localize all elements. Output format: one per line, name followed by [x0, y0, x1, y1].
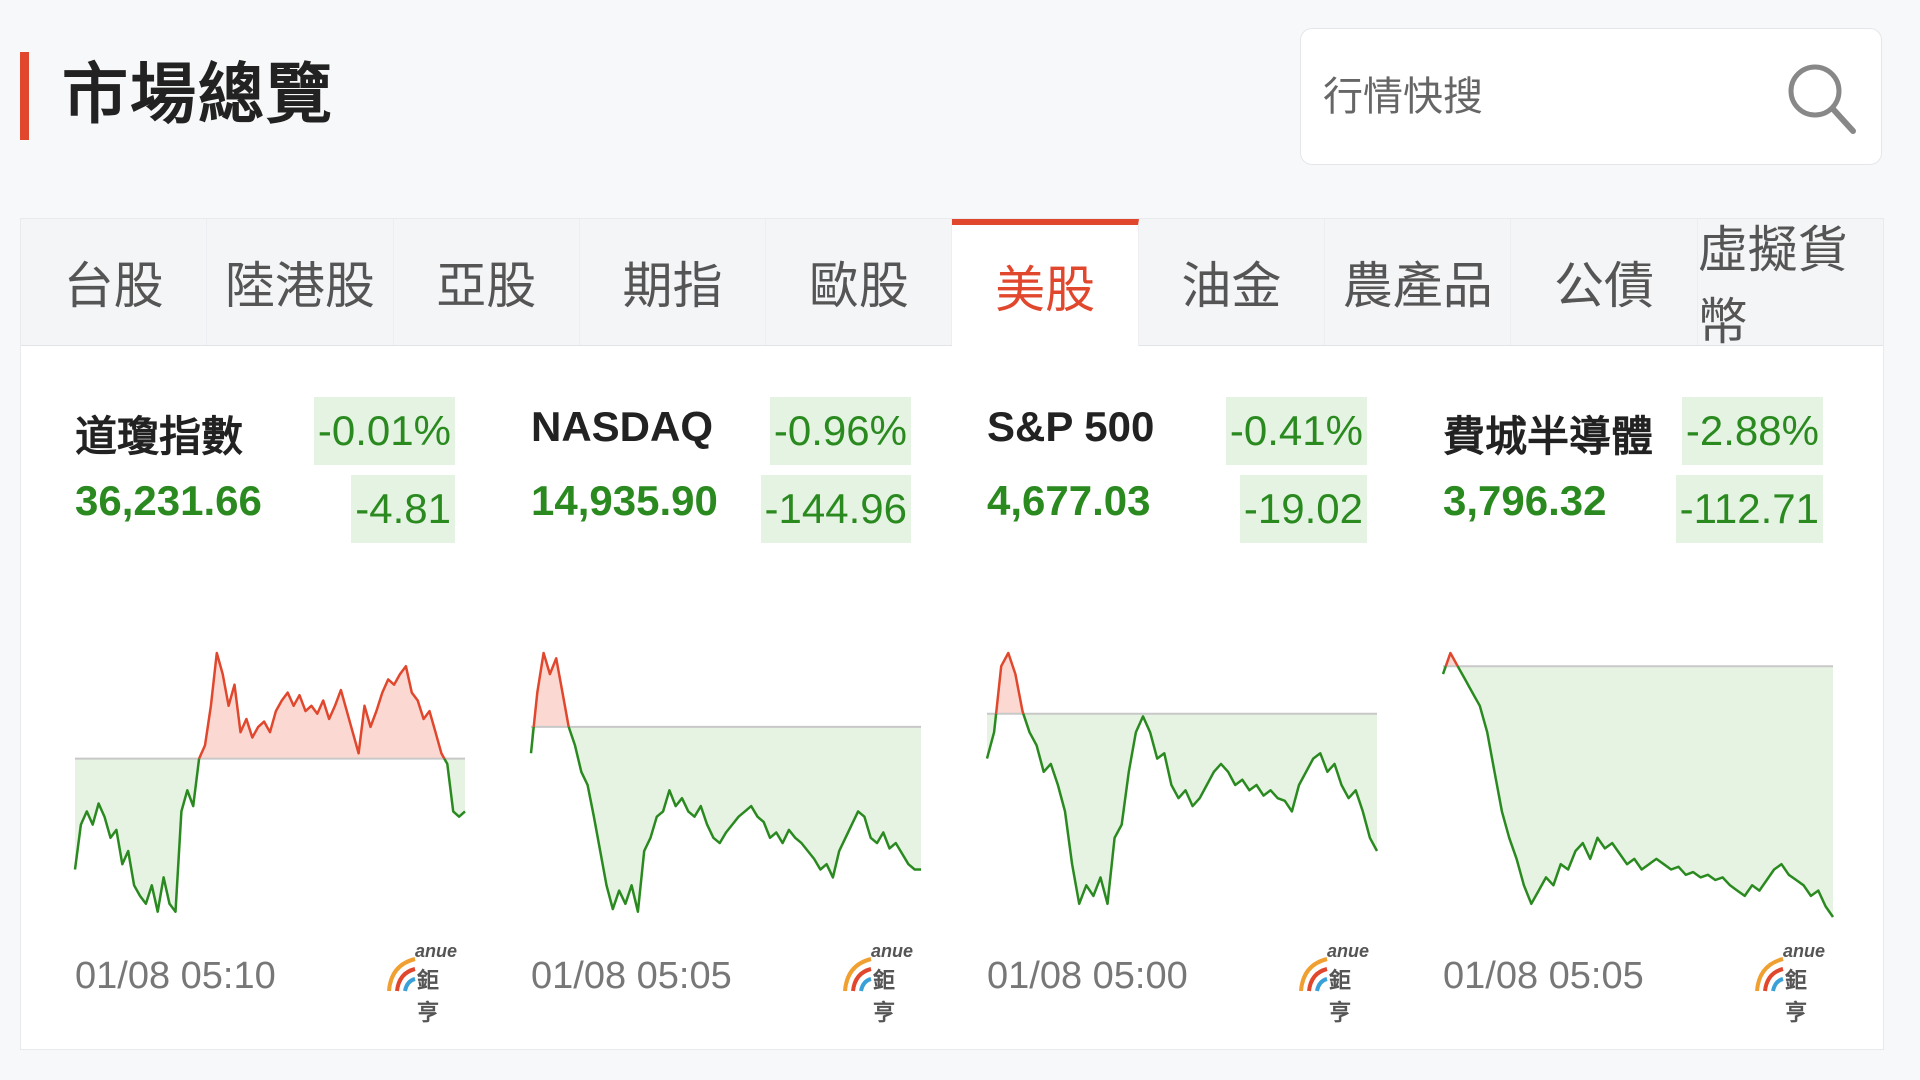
intraday-chart[interactable] [985, 645, 1379, 925]
change-percent: -0.41% [1225, 397, 1367, 465]
index-price: 3,796.32 [1443, 477, 1607, 524]
anue-logo-icon[interactable]: anue 鉅亨 [1297, 941, 1370, 1025]
brand-en: anue [1327, 941, 1370, 961]
change-percent: -0.01% [313, 397, 455, 465]
update-time: 01/08 05:00 [987, 955, 1188, 997]
tab-asia-stocks[interactable]: 亞股 [394, 219, 580, 345]
change-percent: -0.96% [769, 397, 911, 465]
update-time: 01/08 05:10 [75, 955, 276, 997]
tab-crypto[interactable]: 虛擬貨幣 [1698, 219, 1883, 350]
tab-agriculture[interactable]: 農產品 [1325, 219, 1512, 345]
change-value: -4.81 [351, 475, 455, 543]
chart-area-below [568, 726, 921, 912]
change-value: -19.02 [1239, 475, 1367, 543]
tab-europe-stocks[interactable]: 歐股 [766, 219, 953, 345]
brand-zh: 鉅亨 [1329, 968, 1352, 1025]
index-card-sox[interactable]: 費城半導體 -2.88% 3,796.32 -112.71 01/08 05:0… [1441, 345, 1843, 1045]
index-name: NASDAQ [531, 403, 714, 450]
anue-logo-icon[interactable]: anue 鉅亨 [841, 941, 914, 1025]
index-cards: 道瓊指數 -0.01% 36,231.66 -4.81 01/08 05:10 … [21, 345, 1883, 1049]
brand-en: anue [871, 941, 914, 961]
index-card-nasdaq[interactable]: NASDAQ -0.96% 14,935.90 -144.96 01/08 05… [529, 345, 931, 1045]
tab-bonds[interactable]: 公債 [1511, 219, 1698, 345]
tab-index-futures[interactable]: 期指 [580, 219, 767, 345]
intraday-chart[interactable] [1441, 645, 1835, 925]
brand-zh: 鉅亨 [873, 968, 896, 1025]
change-percent: -2.88% [1681, 397, 1823, 465]
search-icon[interactable] [1781, 57, 1861, 137]
index-card-sp500[interactable]: S&P 500 -0.41% 4,677.03 -19.02 01/08 05:… [985, 345, 1387, 1045]
change-value: -144.96 [760, 475, 911, 543]
chart-area-below [1457, 666, 1833, 917]
index-price: 14,935.90 [531, 477, 718, 524]
update-time: 01/08 05:05 [531, 955, 732, 997]
anue-logo-icon[interactable]: anue 鉅亨 [385, 941, 458, 1025]
tab-taiwan-stocks[interactable]: 台股 [21, 219, 208, 345]
index-price: 4,677.03 [987, 477, 1151, 524]
update-time: 01/08 05:05 [1443, 955, 1644, 997]
brand-en: anue [1783, 941, 1826, 961]
quick-search-box[interactable] [1300, 28, 1882, 166]
index-card-dow[interactable]: 道瓊指數 -0.01% 36,231.66 -4.81 01/08 05:10 … [73, 345, 475, 1045]
anue-logo-icon[interactable]: anue 鉅亨 [1753, 941, 1826, 1025]
page-title: 市場總覽 [62, 57, 334, 131]
change-value: -112.71 [1675, 475, 1823, 543]
chart-area-below [1023, 713, 1377, 904]
index-name: 道瓊指數 [75, 413, 244, 460]
intraday-chart[interactable] [529, 645, 921, 925]
index-price: 36,231.66 [75, 477, 262, 524]
market-tabs: 台股 陸港股 亞股 期指 歐股 美股 油金 農產品 公債 虛擬貨幣 [21, 219, 1883, 350]
tab-china-hk-stocks[interactable]: 陸港股 [207, 219, 394, 345]
tab-oil-gold[interactable]: 油金 [1139, 219, 1326, 345]
intraday-chart[interactable] [73, 645, 466, 925]
search-input[interactable] [1321, 29, 1785, 166]
tab-us-stocks[interactable]: 美股 [952, 219, 1139, 346]
market-overview-panel: 台股 陸港股 亞股 期指 歐股 美股 油金 農產品 公債 虛擬貨幣 道瓊指數 -… [20, 218, 1884, 1050]
index-name: S&P 500 [987, 403, 1155, 450]
title-accent-bar [20, 52, 29, 140]
brand-zh: 鉅亨 [417, 968, 440, 1025]
brand-zh: 鉅亨 [1785, 968, 1808, 1025]
index-name: 費城半導體 [1443, 413, 1654, 460]
brand-en: anue [415, 941, 458, 961]
